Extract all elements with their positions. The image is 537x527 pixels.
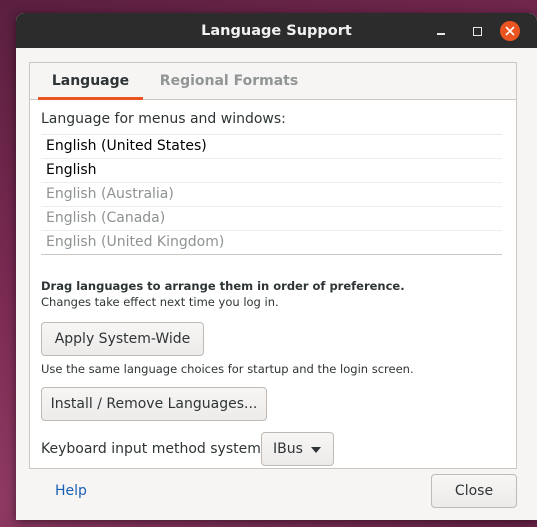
drag-hint: Drag languages to arrange them in order … [41, 279, 405, 293]
list-item[interactable]: English (Canada) [41, 207, 502, 231]
titlebar[interactable]: Language Support [16, 13, 537, 48]
help-link[interactable]: Help [55, 483, 87, 499]
tab-language[interactable]: Language [38, 63, 143, 100]
notebook: Language Regional Formats Language for m… [29, 62, 517, 469]
list-item[interactable]: English (United States) [41, 135, 502, 159]
language-support-window: Language Support Language Regional Forma… [16, 13, 537, 520]
window-close-button[interactable] [500, 21, 520, 41]
keyboard-input-label: Keyboard input method system: [41, 441, 266, 457]
list-item[interactable]: English [41, 159, 502, 183]
tab-bar: Language Regional Formats [30, 63, 516, 100]
apply-system-wide-button[interactable]: Apply System-Wide [41, 322, 204, 356]
maximize-icon [472, 26, 482, 36]
maximize-button[interactable] [467, 21, 487, 41]
close-button[interactable]: Close [431, 474, 517, 508]
minimize-icon [437, 33, 445, 35]
relogin-hint: Changes take effect next time you log in… [41, 295, 279, 309]
list-item[interactable]: English (United Kingdom) [41, 231, 502, 254]
section-label: Language for menus and windows: [41, 111, 286, 127]
tab-regional-formats[interactable]: Regional Formats [154, 63, 304, 99]
install-remove-languages-button[interactable]: Install / Remove Languages... [41, 387, 267, 421]
keyboard-input-value: IBus [273, 441, 303, 457]
apply-hint: Use the same language choices for startu… [41, 362, 414, 376]
chevron-down-icon [311, 447, 321, 453]
window-title: Language Support [201, 23, 352, 39]
list-item[interactable]: English (Australia) [41, 183, 502, 207]
keyboard-input-select[interactable]: IBus [261, 432, 334, 466]
language-list[interactable]: English (United States) English English … [41, 134, 502, 255]
minimize-button[interactable] [431, 21, 451, 41]
close-icon [505, 26, 515, 36]
